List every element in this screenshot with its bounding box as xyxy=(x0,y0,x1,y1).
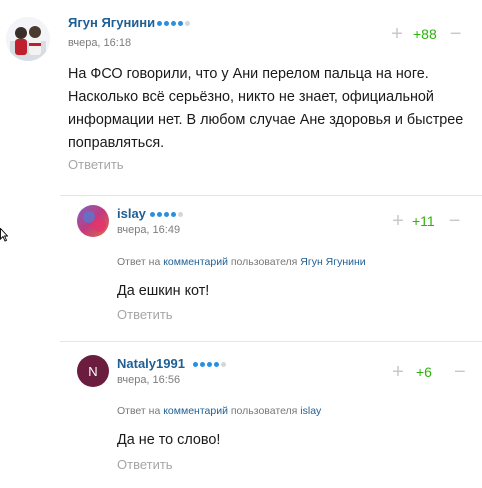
rank-dots xyxy=(193,362,226,367)
reply-comment-link[interactable]: комментарий xyxy=(163,405,228,417)
comment-3: N Nataly1991 вчера, 16:56 + +6 − Ответ н… xyxy=(0,0,482,488)
vote-score: +6 xyxy=(416,364,432,380)
upvote-button[interactable]: + xyxy=(391,362,405,382)
downvote-button[interactable]: − xyxy=(454,362,466,382)
reply-user-link[interactable]: islay xyxy=(300,405,321,417)
rank-dot-icon xyxy=(221,362,226,367)
rank-dot-icon xyxy=(200,362,205,367)
avatar-letter: N xyxy=(88,363,98,379)
comment-date: вчера, 16:56 xyxy=(117,374,181,386)
rank-dot-icon xyxy=(207,362,212,367)
reply-to-prefix: Ответ на xyxy=(117,405,161,417)
comment-author[interactable]: Nataly1991 xyxy=(117,356,185,371)
reply-button[interactable]: Ответить xyxy=(117,457,173,472)
reply-to-mid: пользователя xyxy=(230,405,298,417)
rank-dot-icon xyxy=(214,362,219,367)
comment-text: Да не то слово! xyxy=(117,432,221,448)
rank-dot-icon xyxy=(193,362,198,367)
vote-controls: + +6 − xyxy=(391,362,466,382)
reply-to-info: Ответ на комментарий пользователя islay xyxy=(117,405,321,417)
avatar-nataly[interactable]: N xyxy=(77,355,109,387)
